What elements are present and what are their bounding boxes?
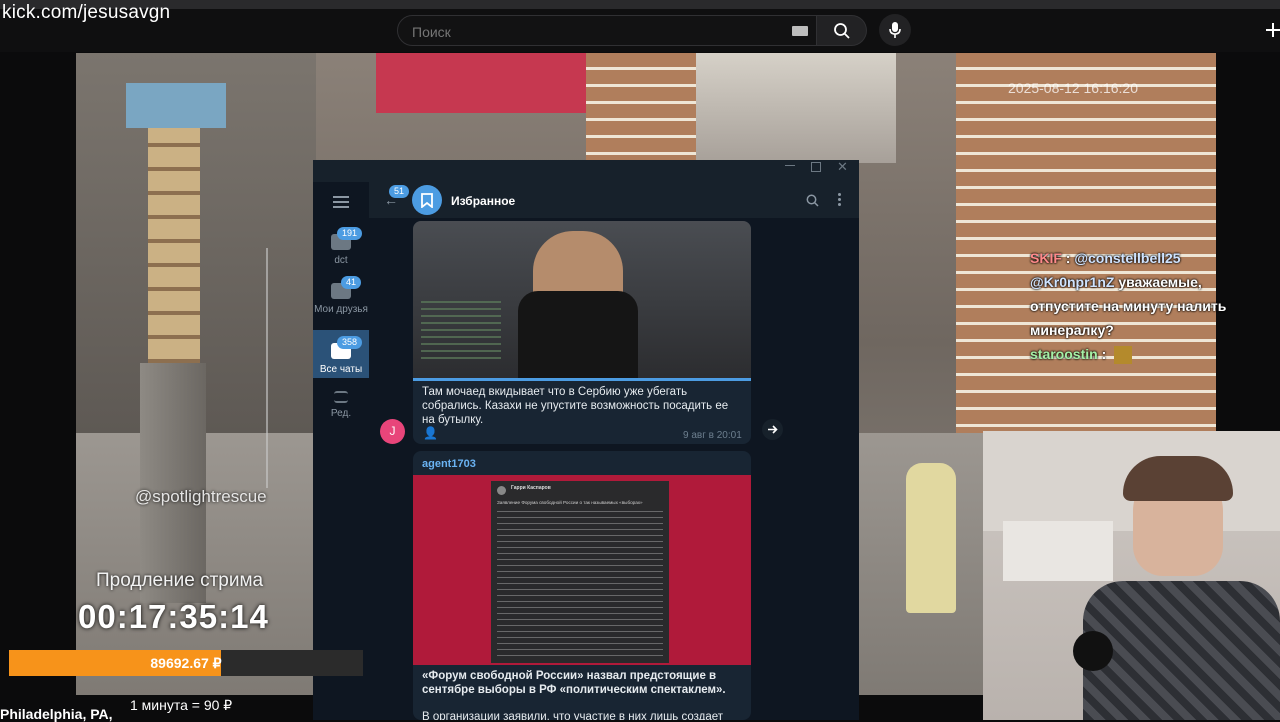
- message-text-continued: В организации заявили, что участие в них…: [422, 711, 724, 720]
- sliders-icon: [334, 391, 348, 403]
- brick-building: [956, 53, 1216, 433]
- sender-avatar[interactable]: J: [380, 419, 405, 444]
- forward-arrow-icon: [768, 425, 778, 434]
- pedestrian: [906, 463, 956, 613]
- chat-username: staroostin: [1030, 346, 1098, 362]
- reaction-icon[interactable]: 👤: [423, 426, 438, 440]
- message-author[interactable]: agent1703: [422, 458, 476, 470]
- post-avatar: [497, 486, 506, 495]
- telegram-titlebar: ✕: [313, 159, 859, 182]
- price-per-minute: 1 минута = 90 ₽: [130, 697, 233, 713]
- message-text: «Форум свободной России» назвал предстоя…: [422, 670, 726, 696]
- stream-url-overlay: kick.com/jesusavgn: [2, 2, 171, 23]
- plus-icon: [1266, 23, 1280, 37]
- stream-chat: SKIF : @constellbell25 @Kr0npr1nZ уважае…: [1030, 246, 1260, 366]
- support-pillar: [148, 123, 200, 383]
- post-body-lines: [497, 511, 663, 657]
- emote-icon: [1114, 346, 1133, 365]
- message-bubble[interactable]: Там мочаед вкидывает что в Сербию уже уб…: [413, 221, 751, 444]
- forward-button[interactable]: [762, 419, 783, 440]
- folder-label: Все чаты: [319, 364, 363, 375]
- folder-label: Мои друзья: [314, 304, 368, 315]
- video-thumbnail[interactable]: [413, 221, 751, 381]
- donation-amount: 89692.67 ₽: [150, 655, 222, 671]
- steel-beam: [126, 83, 226, 128]
- chat-mention: @Kr0npr1nZ: [1030, 274, 1115, 290]
- microphone-icon: [889, 22, 901, 38]
- streamer-webcam: [983, 431, 1280, 720]
- chat-message: staroostin :: [1030, 342, 1260, 366]
- message-time: 9 авг в 20:01: [683, 430, 742, 441]
- folder-label: Ред.: [330, 408, 352, 419]
- chain-fence: [266, 248, 318, 488]
- minimize-icon[interactable]: [785, 165, 795, 166]
- folder-label: dct: [334, 255, 348, 266]
- search-input[interactable]: [410, 22, 774, 42]
- search-icon: [833, 22, 850, 39]
- voice-search-button[interactable]: [879, 14, 911, 46]
- search-button[interactable]: [817, 15, 867, 46]
- search-icon[interactable]: [806, 194, 819, 207]
- pillar-base: [140, 363, 206, 603]
- video-progress-bar: [413, 378, 751, 381]
- back-unread-badge: 51: [389, 185, 410, 198]
- shop-windows: [696, 53, 896, 163]
- browser-tab-strip: [0, 0, 1280, 9]
- keyboard-icon[interactable]: [792, 26, 808, 36]
- chat-text: :: [1101, 346, 1107, 362]
- post-title: Заявление Форума свободной России о так …: [497, 500, 643, 505]
- unread-badge: 191: [337, 227, 363, 240]
- brick-wall: [586, 53, 696, 163]
- maximize-icon[interactable]: [811, 162, 821, 172]
- more-options-icon[interactable]: [838, 193, 841, 206]
- streamer-hair: [1123, 456, 1233, 501]
- chat-mention: @constellbell25: [1074, 250, 1181, 266]
- search-box[interactable]: [397, 15, 817, 46]
- folder-friends[interactable]: Мои друзья: [313, 283, 369, 316]
- red-storefront: [376, 53, 586, 113]
- screenshot-image[interactable]: Гарри Каспаров Заявление Форума свободно…: [413, 475, 751, 665]
- unread-badge: 358: [337, 336, 363, 349]
- unread-badge: 41: [341, 276, 362, 289]
- microphone: [1073, 631, 1113, 671]
- telegram-chat-header: [369, 182, 859, 218]
- chat-title: Избранное: [451, 194, 516, 208]
- chat-message: @Kr0npr1nZ уважаемые, отпустите на минут…: [1030, 270, 1260, 342]
- webcam-desk: [1003, 521, 1113, 581]
- streamer-shirt: [518, 291, 638, 381]
- menu-icon[interactable]: [333, 196, 349, 208]
- folder-edit[interactable]: Ред.: [313, 391, 369, 419]
- bookmark-icon: [421, 192, 433, 208]
- camera-watermark: @spotlightrescue: [135, 487, 267, 506]
- chat-message: SKIF : @constellbell25: [1030, 250, 1181, 266]
- close-icon[interactable]: ✕: [837, 159, 848, 175]
- camera-timestamp: 2025-08-12 16:16:20: [1008, 80, 1138, 96]
- stream-chat-overlay: [421, 301, 501, 361]
- embedded-post: Гарри Каспаров Заявление Форума свободно…: [491, 481, 669, 663]
- saved-messages-avatar[interactable]: [412, 185, 442, 215]
- chat-username: SKIF: [1030, 250, 1062, 266]
- message-bubble[interactable]: agent1703 Гарри Каспаров Заявление Форум…: [413, 451, 751, 720]
- extension-timer: 00:17:35:14: [78, 598, 269, 635]
- create-button[interactable]: [1258, 14, 1280, 46]
- post-author: Гарри Каспаров: [511, 485, 551, 491]
- extension-label: Продление стрима: [96, 570, 264, 591]
- message-text: Там мочаед вкидывает что в Сербию уже уб…: [422, 386, 729, 426]
